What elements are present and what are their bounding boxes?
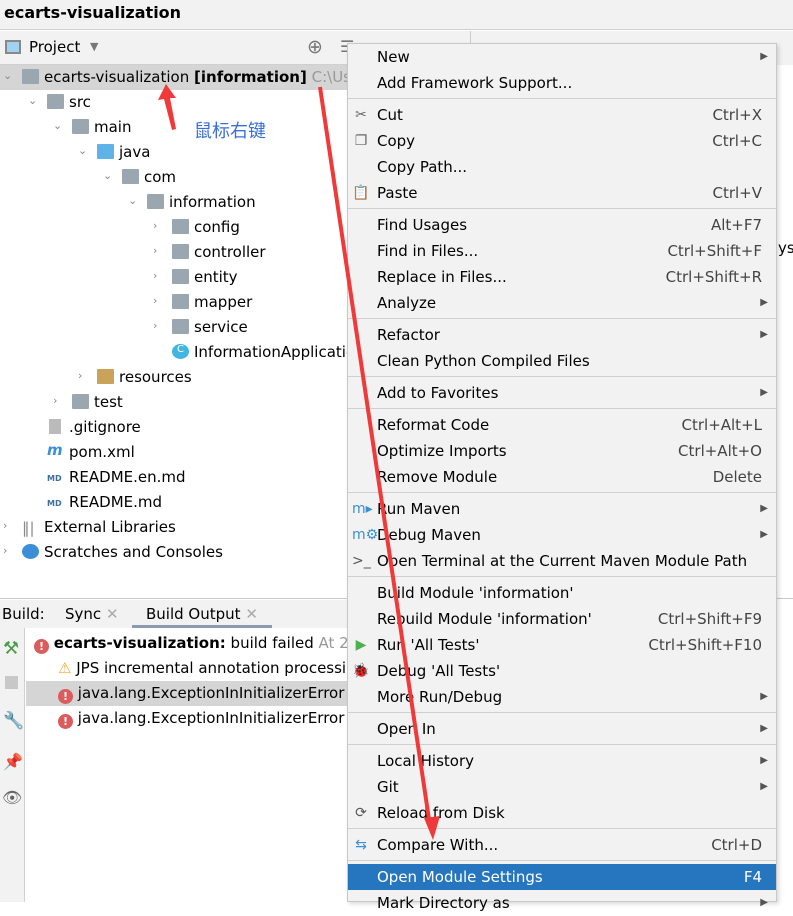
annotation-arrows: [158, 84, 440, 840]
arrow-line-to-menu: [318, 86, 432, 827]
arrow-up-to-root: [158, 84, 176, 130]
arrow-head-to-menu: [424, 816, 440, 840]
